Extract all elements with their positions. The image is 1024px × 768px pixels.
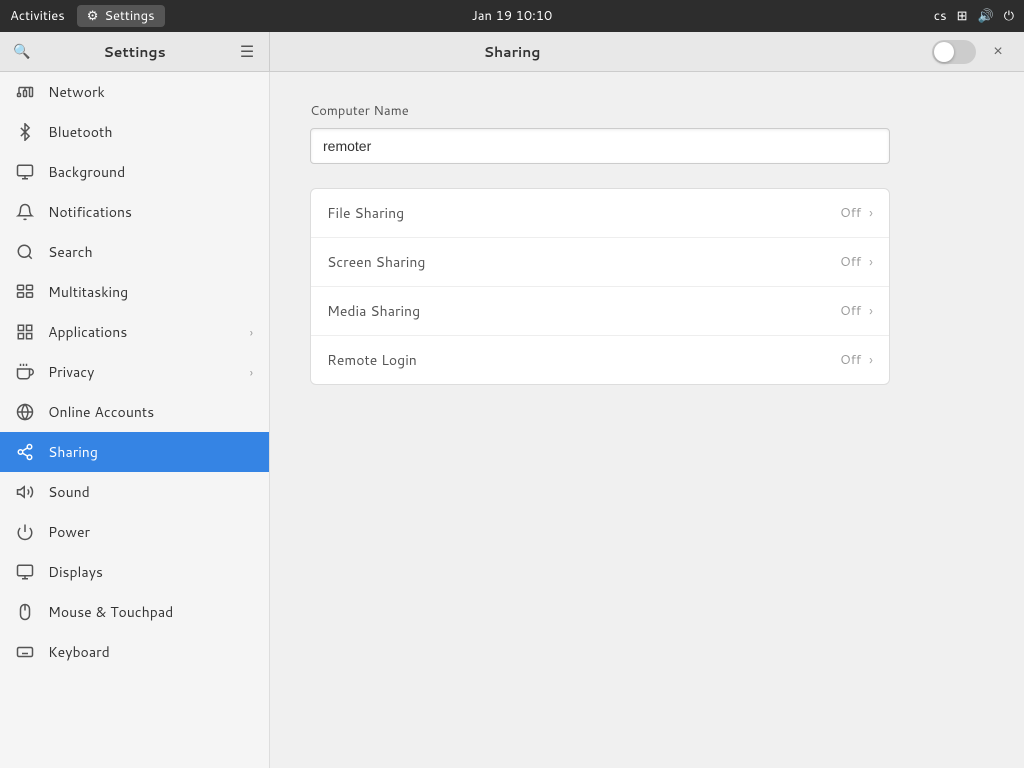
topbar-right: cs ⊞ 🔊 ⏻ [934,7,1014,25]
sidebar-label-online-accounts: Online Accounts [48,402,253,422]
sharing-item-screen-sharing[interactable]: Screen SharingOff › [311,238,889,287]
topbar-datetime: Jan 19 10:10 [472,7,553,25]
sidebar-item-applications[interactable]: Applications › [0,312,269,352]
sharing-icon [16,443,34,461]
sidebar-item-online-accounts[interactable]: Online Accounts [0,392,269,432]
sharing-item-media-sharing[interactable]: Media SharingOff › [311,287,889,336]
displays-icon [16,563,34,581]
close-button[interactable]: × [988,42,1008,62]
topbar: Activities ⚙ Settings Jan 19 10:10 cs ⊞ … [0,0,1024,32]
privacy-icon [16,363,34,381]
sharing-item-status-media-sharing: Off [840,302,861,320]
notifications-icon [16,203,34,221]
chevron-right-icon: › [869,301,873,321]
topbar-settings-label: Settings [104,7,154,25]
sidebar-item-notifications[interactable]: Notifications [0,192,269,232]
sidebar-label-network: Network [48,82,253,102]
sidebar-item-sharing[interactable]: Sharing [0,432,269,472]
sidebar-label-keyboard: Keyboard [48,642,253,662]
sidebar-item-search[interactable]: Search [0,232,269,272]
sidebar-label-multitasking: Multitasking [48,282,253,302]
chevron-right-icon: › [250,324,253,341]
sharing-item-status-file-sharing: Off [840,204,861,222]
volume-icon[interactable]: 🔊 [978,7,994,25]
sidebar-label-background: Background [48,162,253,182]
sidebar-label-applications: Applications [48,322,236,342]
topbar-left: Activities ⚙ Settings [10,5,165,27]
bluetooth-icon [16,123,34,141]
sharing-item-status-remote-login: Off [840,351,861,369]
sidebar-item-network[interactable]: Network [0,72,269,112]
power-icon[interactable]: ⏻ [1004,7,1014,25]
sidebar-item-multitasking[interactable]: Multitasking [0,272,269,312]
sidebar-label-bluetooth: Bluetooth [48,122,253,142]
menu-icon: ☰ [240,42,254,62]
sharing-item-status-screen-sharing: Off [840,253,861,271]
sidebar-label-privacy: Privacy [48,362,236,382]
sidebar-item-background[interactable]: Background [0,152,269,192]
sidebar-item-sound[interactable]: Sound [0,472,269,512]
main-content: Computer Name File SharingOff›Screen Sha… [270,72,1024,768]
content-title: Sharing [484,42,541,62]
sidebar-item-displays[interactable]: Displays [0,552,269,592]
sharing-item-file-sharing[interactable]: File SharingOff › [311,189,889,238]
chevron-right-icon: › [869,203,873,223]
keyboard-icon [16,643,34,661]
window-body: Network Bluetooth Background Notifications S… [0,72,1024,768]
chevron-right-icon: › [869,252,873,272]
computer-name-input[interactable] [310,128,890,164]
gear-icon: ⚙ [87,7,99,25]
online-accounts-icon [16,403,34,421]
sidebar-title: Settings [42,42,227,62]
power-icon [16,523,34,541]
search-icon [16,243,34,261]
sound-icon [16,483,34,501]
sharing-item-remote-login[interactable]: Remote LoginOff › [311,336,889,384]
sidebar-label-mouse-touchpad: Mouse & Touchpad [48,602,253,622]
network-status-icon: ⊞ [957,7,968,25]
sidebar-menu-button[interactable]: ☰ [233,38,261,66]
activities-button[interactable]: Activities [10,7,65,25]
network-icon [16,83,34,101]
topbar-user: cs [934,7,947,25]
computer-name-label: Computer Name [310,102,984,120]
sidebar-label-sharing: Sharing [48,442,253,462]
sidebar-label-search: Search [48,242,253,262]
search-icon: 🔍 [13,43,30,60]
mouse-icon [16,603,34,621]
sharing-toggle[interactable] [932,40,976,64]
background-icon [16,163,34,181]
sidebar-label-notifications: Notifications [48,202,253,222]
sidebar-item-power[interactable]: Power [0,512,269,552]
sharing-list: File SharingOff›Screen SharingOff›Media … [310,188,890,385]
content-header: Sharing × [270,32,1024,71]
multitasking-icon [16,283,34,301]
topbar-settings-button[interactable]: ⚙ Settings [77,5,165,27]
window-header: 🔍 Settings ☰ Sharing × [0,32,1024,72]
sidebar-label-sound: Sound [48,482,253,502]
sidebar-search-button[interactable]: 🔍 [8,38,36,66]
sharing-item-label-screen-sharing: Screen Sharing [327,252,840,272]
sharing-item-label-media-sharing: Media Sharing [327,301,840,321]
sidebar-item-bluetooth[interactable]: Bluetooth [0,112,269,152]
sidebar-item-mouse-touchpad[interactable]: Mouse & Touchpad [0,592,269,632]
sidebar: Network Bluetooth Background Notifications S… [0,72,270,768]
chevron-right-icon: › [250,364,253,381]
sidebar-label-power: Power [48,522,253,542]
sidebar-item-privacy[interactable]: Privacy › [0,352,269,392]
sidebar-item-keyboard[interactable]: Keyboard [0,632,269,672]
sidebar-label-displays: Displays [48,562,253,582]
sharing-item-label-file-sharing: File Sharing [327,203,840,223]
settings-window: 🔍 Settings ☰ Sharing × Network Bluetooth B… [0,32,1024,768]
sharing-item-label-remote-login: Remote Login [327,350,840,370]
applications-icon [16,323,34,341]
sidebar-header: 🔍 Settings ☰ [0,32,270,71]
chevron-right-icon: › [869,350,873,370]
